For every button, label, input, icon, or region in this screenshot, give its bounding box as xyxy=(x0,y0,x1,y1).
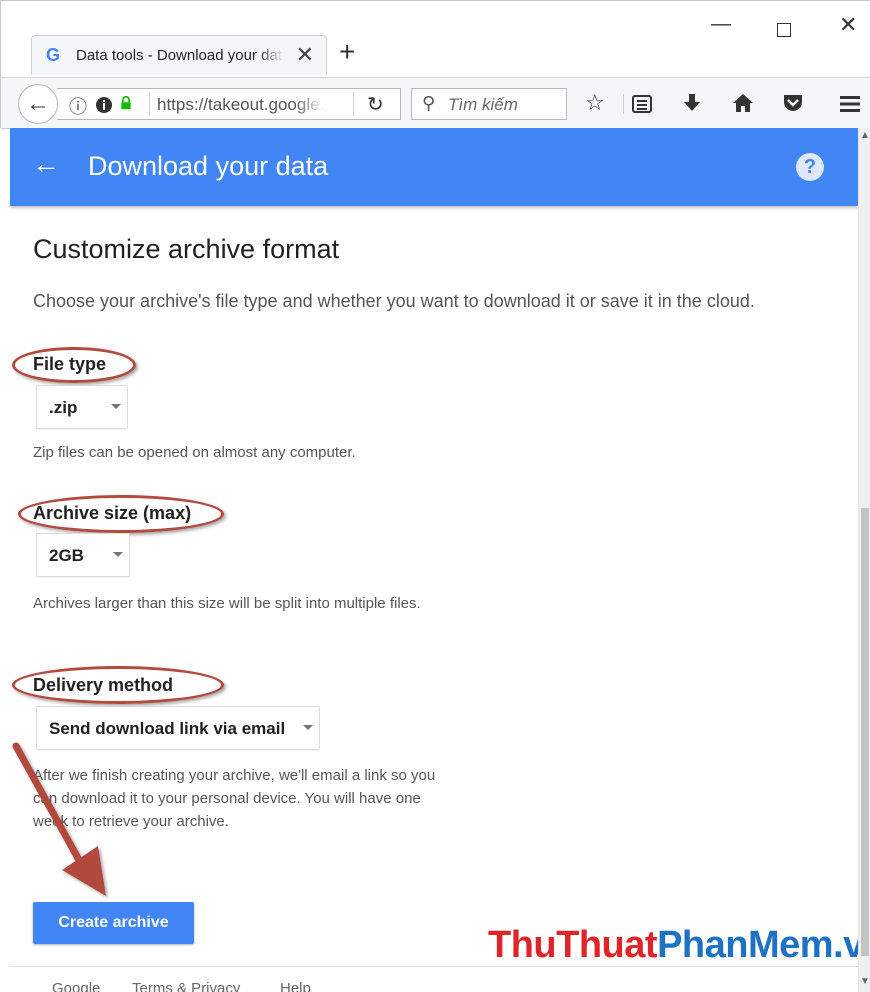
search-input[interactable]: ⚲ Tìm kiếm xyxy=(411,88,567,120)
download-icon[interactable] xyxy=(681,92,703,114)
browser-tab[interactable]: G Data tools - Download your data ✕ xyxy=(31,35,327,75)
lock-icon xyxy=(121,96,131,110)
hamburger-menu-icon[interactable] xyxy=(839,94,861,114)
window-close-icon[interactable]: ✕ xyxy=(839,14,857,36)
reload-icon[interactable]: ↻ xyxy=(367,92,384,117)
new-tab-button[interactable]: + xyxy=(339,37,355,67)
browser-chrome: G Data tools - Download your data ✕ + — … xyxy=(0,0,870,129)
annotation-arrow-icon xyxy=(12,742,106,896)
search-icon: ⚲ xyxy=(422,93,436,113)
maximize-icon[interactable] xyxy=(777,23,791,37)
navigation-toolbar: ⓘ https://takeout.google.com ↻ ← ⚲ Tìm k… xyxy=(1,77,870,129)
tab-close-icon[interactable]: ✕ xyxy=(296,42,314,68)
scrollbar-thumb[interactable] xyxy=(861,508,869,956)
info-icon[interactable]: ⓘ xyxy=(69,93,87,119)
bookmarks-menu-icon[interactable] xyxy=(631,94,653,114)
pocket-icon[interactable] xyxy=(781,92,805,114)
search-placeholder: Tìm kiếm xyxy=(448,95,518,114)
back-button[interactable]: ← xyxy=(18,84,58,124)
tab-title-fade xyxy=(258,40,284,70)
home-icon[interactable] xyxy=(731,92,755,114)
bookmark-star-icon[interactable]: ☆ xyxy=(585,90,605,116)
scroll-down-icon[interactable]: ▼ xyxy=(860,976,870,987)
google-favicon-icon: G xyxy=(46,45,61,65)
toolbar-separator xyxy=(623,94,624,114)
url-separator xyxy=(353,92,354,116)
tab-strip: G Data tools - Download your data ✕ + — … xyxy=(1,1,870,77)
url-separator xyxy=(149,92,150,116)
page-content: ← Download your data ? Customize archive… xyxy=(10,128,858,992)
url-bar[interactable]: ⓘ https://takeout.google.com ↻ xyxy=(57,88,401,120)
scroll-up-icon[interactable]: ▲ xyxy=(860,130,870,141)
back-arrow-icon: ← xyxy=(26,90,50,117)
site-info-icon[interactable] xyxy=(95,96,113,114)
vertical-scrollbar[interactable]: ▲ ▼ xyxy=(858,128,870,992)
tab-title: Data tools - Download your data xyxy=(76,47,282,64)
minimize-icon[interactable]: — xyxy=(711,13,731,36)
url-fade xyxy=(295,92,325,116)
